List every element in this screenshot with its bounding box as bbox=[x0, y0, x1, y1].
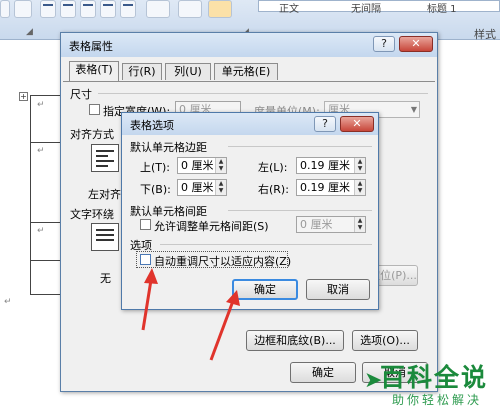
annotation-arrow-ok bbox=[209, 290, 240, 361]
annotation-arrow-checkbox bbox=[141, 268, 158, 331]
annotation-arrows bbox=[141, 268, 240, 361]
watermark-logo: ➤ 百科全说 助你轻松解决 bbox=[364, 358, 492, 410]
watermark-title: 百科全说 bbox=[379, 363, 488, 392]
watermark-subtitle: 助你轻松解决 bbox=[391, 393, 482, 407]
